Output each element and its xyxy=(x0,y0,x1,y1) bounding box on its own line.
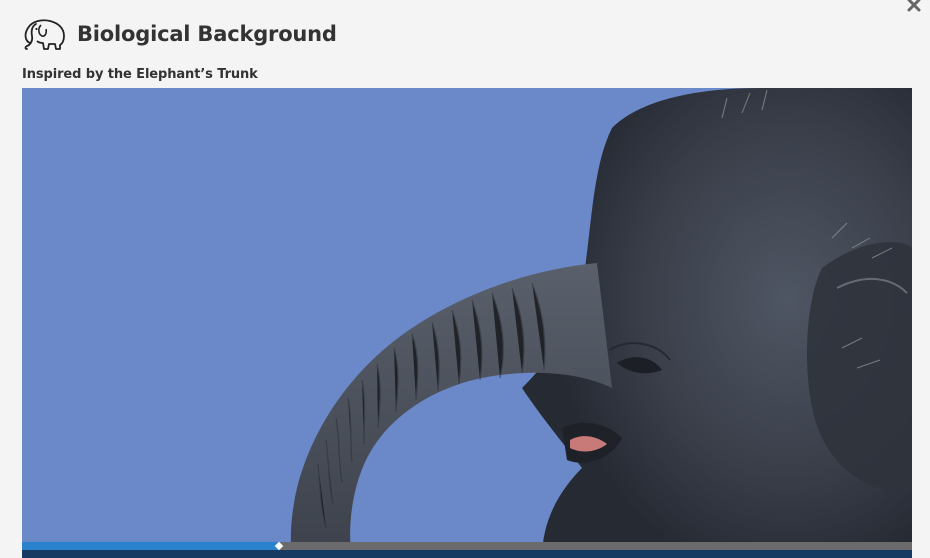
elephant-video-frame xyxy=(22,88,912,558)
modal-dialog: Biological Background Inspired by the El… xyxy=(0,0,930,558)
video-caption: Inspired by the Elephant’s Trunk xyxy=(22,67,258,82)
video-control-bar[interactable] xyxy=(22,550,912,558)
video-progress-fill xyxy=(22,542,279,550)
dialog-title: Biological Background xyxy=(77,22,337,46)
video-player[interactable] xyxy=(22,88,912,558)
video-progress-bar[interactable] xyxy=(22,541,912,551)
close-icon[interactable] xyxy=(903,0,925,16)
elephant-icon xyxy=(24,19,65,50)
dialog-header: Biological Background xyxy=(22,16,337,52)
